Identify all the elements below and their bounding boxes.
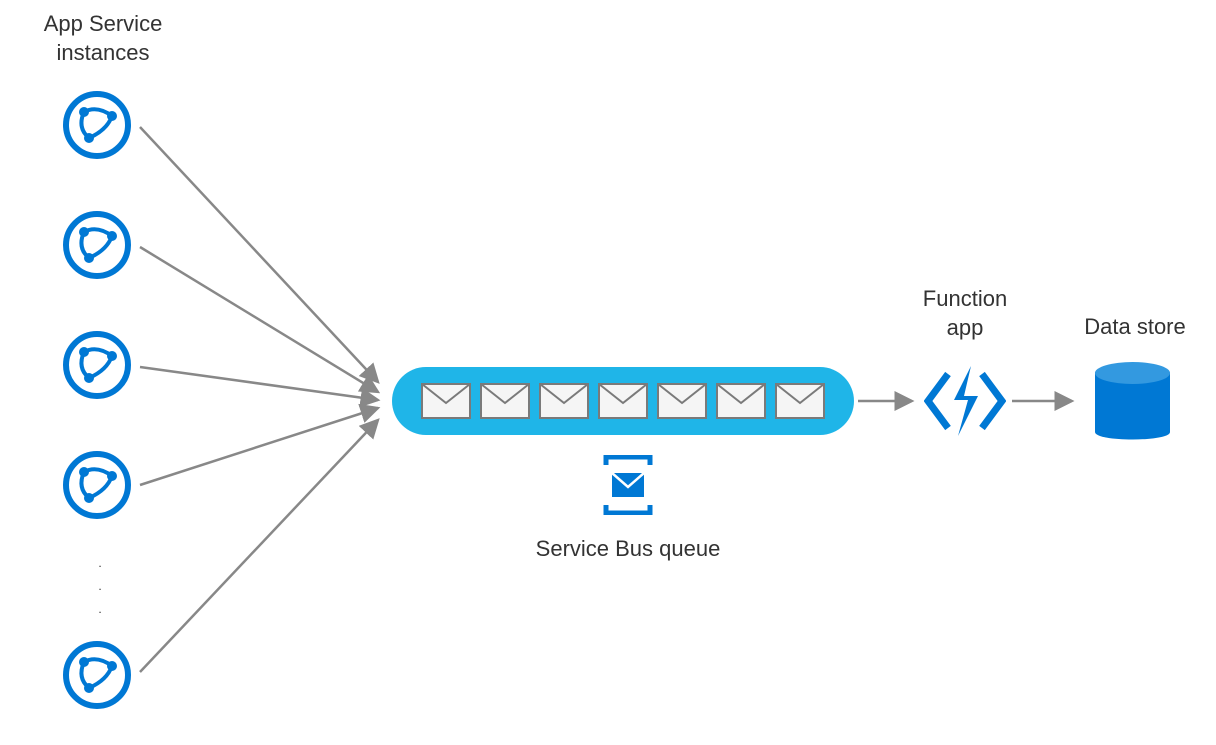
envelope-icon [421,383,471,419]
data-store-label: Data store [1065,313,1205,342]
envelope-icon [598,383,648,419]
envelope-icon [480,383,530,419]
function-app-icon [924,360,1006,442]
globe-icon [62,640,132,710]
data-store-icon [1085,355,1180,450]
service-bus-icon [598,455,658,515]
queue-pill [392,367,854,435]
ellipsis-dots: ... [95,552,105,620]
architecture-diagram: App Service instances Function app Data … [0,0,1216,745]
service-bus-label: Service Bus queue [528,535,728,564]
envelope-icon [657,383,707,419]
envelope-icon [775,383,825,419]
app-service-label: App Service instances [18,10,188,67]
globe-icon [62,330,132,400]
function-app-label: Function app [910,285,1020,342]
envelope-icon [539,383,589,419]
envelope-icon [716,383,766,419]
globe-icon [62,90,132,160]
globe-icon [62,450,132,520]
globe-icon [62,210,132,280]
